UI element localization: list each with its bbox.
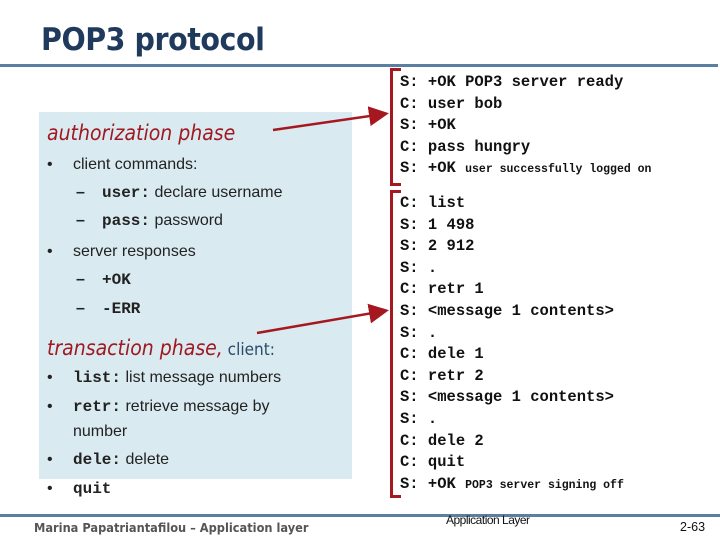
- speaker-label: C:: [400, 431, 419, 450]
- speaker-label: S:: [400, 388, 419, 407]
- speaker-label: S:: [400, 323, 419, 342]
- exchange-message: .: [418, 409, 438, 428]
- speaker-label: S:: [400, 159, 419, 178]
- exchange-message: list: [418, 194, 466, 212]
- exchange-line: C: retr 2: [400, 366, 624, 388]
- speaker-label: S:: [400, 258, 419, 277]
- exchange-line: C: dele 2: [400, 431, 624, 453]
- bottom-rule: [0, 514, 720, 517]
- footer-author: Marina Papatriantafilou – Application la…: [34, 521, 309, 535]
- exchange-message: retr 2: [418, 366, 484, 385]
- exchange-message: .: [418, 323, 438, 342]
- speaker-label: C:: [400, 137, 419, 156]
- exchange-line: S: <message 1 contents>: [400, 301, 624, 323]
- speaker-label: S:: [400, 301, 419, 320]
- exchange-line: S: <message 1 contents>: [400, 387, 624, 409]
- exchange-message: .: [418, 258, 438, 277]
- exchange-line: C: retr 1: [400, 279, 624, 301]
- exchange-note: user successfully logged on: [465, 163, 652, 177]
- exchange-line: S: +OK user successfully logged on: [400, 158, 651, 181]
- exchange-message: dele 2: [418, 431, 484, 450]
- exchange-message: +OK POP3 server ready: [418, 73, 624, 91]
- exchange-message: 1 498: [418, 215, 475, 234]
- exchange-line: S: .: [400, 323, 624, 345]
- exchange-line: S: +OK POP3 server ready: [400, 72, 651, 94]
- footer-section: Application Layer: [446, 513, 530, 527]
- exchange-message: +OK: [418, 116, 456, 135]
- exchange-line: S: .: [400, 409, 624, 431]
- exchange-message: pass hungry: [418, 137, 531, 156]
- speaker-label: C:: [400, 366, 419, 385]
- exchange-message: +OK: [418, 474, 466, 493]
- exchange-message: <message 1 contents>: [418, 388, 614, 407]
- speaker-label: S:: [400, 215, 419, 234]
- speaker-label: C:: [400, 280, 419, 299]
- speaker-label: C:: [400, 453, 419, 472]
- speaker-label: S:: [400, 116, 419, 135]
- exchange-message: retr 1: [418, 280, 484, 299]
- auth-arrow-icon: [272, 106, 389, 132]
- exchange-line: C: quit: [400, 452, 624, 474]
- speaker-label: C:: [400, 194, 419, 212]
- exchange-line: S: 2 912: [400, 236, 624, 258]
- speaker-label: S:: [400, 474, 419, 493]
- exchange-message: dele 1: [418, 345, 484, 364]
- exchange-line: C: dele 1: [400, 344, 624, 366]
- speaker-label: S:: [400, 237, 419, 256]
- speaker-label: C:: [400, 94, 419, 113]
- transaction-exchange: C: list S: 1 498 S: 2 912 S: . C: retr 1 S: <…: [400, 193, 624, 496]
- speaker-label: S:: [400, 409, 419, 428]
- speaker-label: S:: [400, 73, 419, 91]
- exchange-line: S: +OK POP3 server signing off: [400, 474, 624, 497]
- exchange-message: quit: [418, 453, 466, 472]
- exchange-message: +OK: [418, 159, 466, 178]
- exchange-note: POP3 server signing off: [465, 478, 624, 492]
- speaker-label: C:: [400, 345, 419, 364]
- exchange-line: C: user bob: [400, 94, 651, 116]
- exchange-line: S: +OK: [400, 115, 651, 137]
- exchange-line: C: list: [400, 193, 624, 215]
- page-number: 2-63: [680, 520, 706, 534]
- exchange-line: S: .: [400, 258, 624, 280]
- exchange-message: 2 912: [418, 237, 475, 256]
- exchange-message: user bob: [418, 94, 503, 113]
- auth-exchange: S: +OK POP3 server ready C: user bob S: +O…: [400, 72, 651, 181]
- exchange-line: C: pass hungry: [400, 137, 651, 159]
- transaction-arrow-icon: [256, 303, 389, 335]
- exchange-line: S: 1 498: [400, 215, 624, 237]
- exchange-message: <message 1 contents>: [418, 301, 614, 320]
